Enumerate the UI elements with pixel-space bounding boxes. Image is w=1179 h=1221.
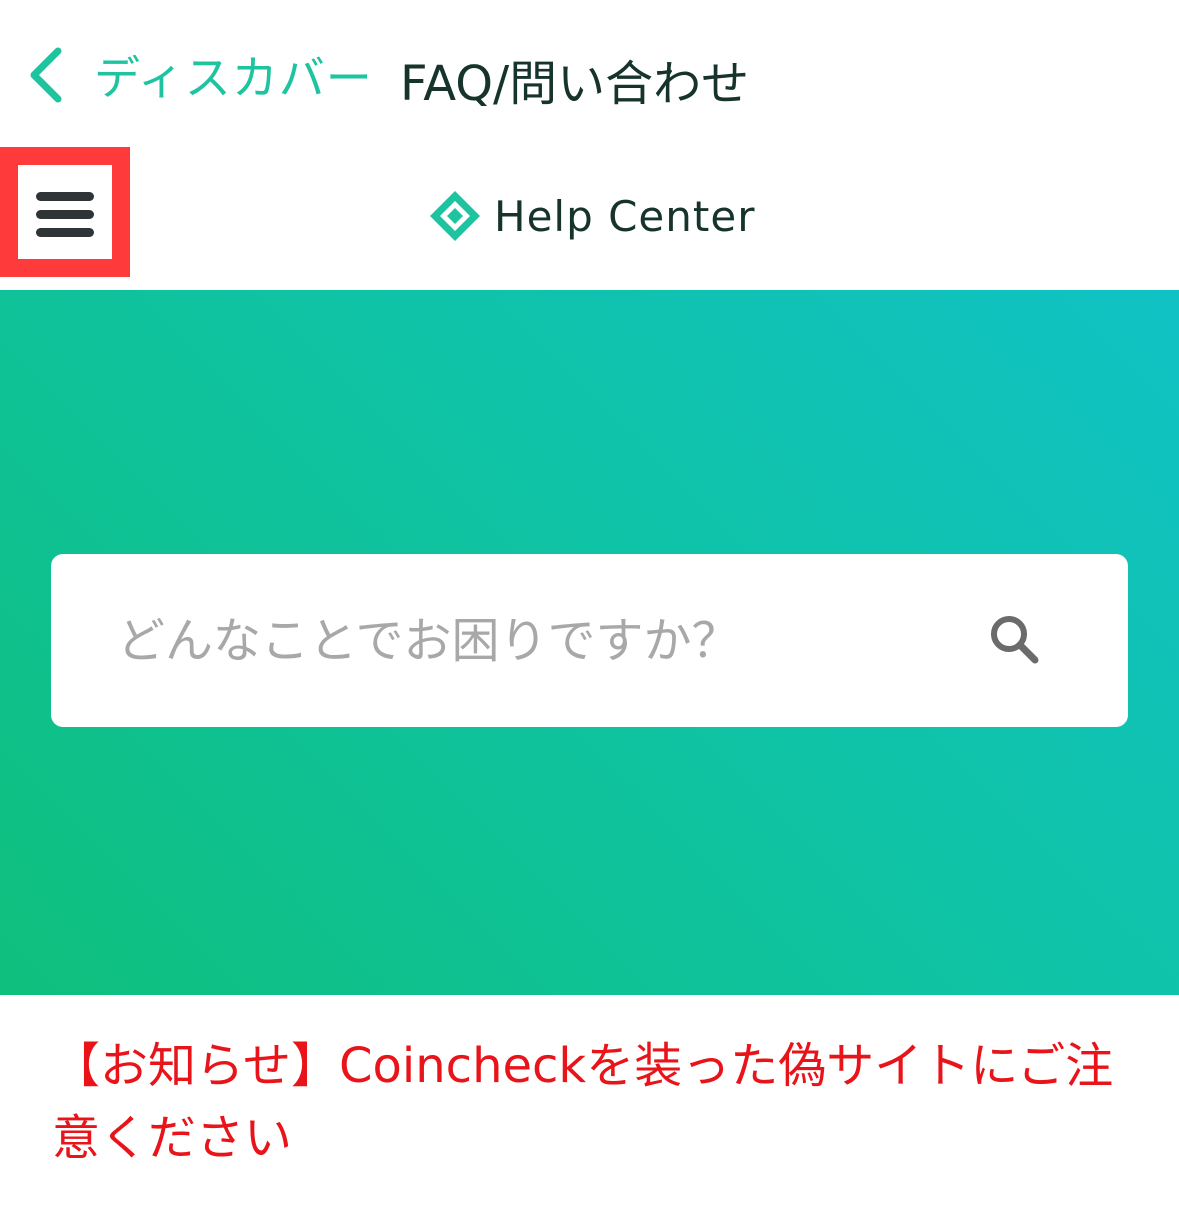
hamburger-menu-button[interactable] <box>30 180 100 250</box>
top-navigation-bar: ディスカバー FAQ/問い合わせ <box>0 0 1179 150</box>
page-title: FAQ/問い合わせ <box>400 56 750 112</box>
hamburger-menu-icon <box>36 192 94 201</box>
hamburger-menu-icon <box>36 210 94 219</box>
help-center-page: ディスカバー FAQ/問い合わせ Help Center 【お知らせ】Coinc… <box>0 0 1179 1221</box>
back-button[interactable]: ディスカバー <box>24 40 373 110</box>
diamond-logo-icon <box>430 191 480 241</box>
hamburger-menu-icon <box>36 228 94 237</box>
logo-text: Help Center <box>494 191 756 241</box>
notice-link[interactable]: 【お知らせ】Coincheckを装った偽サイトにご注意ください <box>52 1030 1132 1174</box>
search-icon[interactable] <box>985 610 1045 670</box>
help-center-logo[interactable]: Help Center <box>428 186 755 246</box>
chevron-left-icon <box>30 47 62 103</box>
back-button-label: ディスカバー <box>94 51 373 105</box>
search-box <box>51 554 1128 727</box>
hero-banner <box>0 290 1179 995</box>
search-input[interactable] <box>115 589 969 692</box>
